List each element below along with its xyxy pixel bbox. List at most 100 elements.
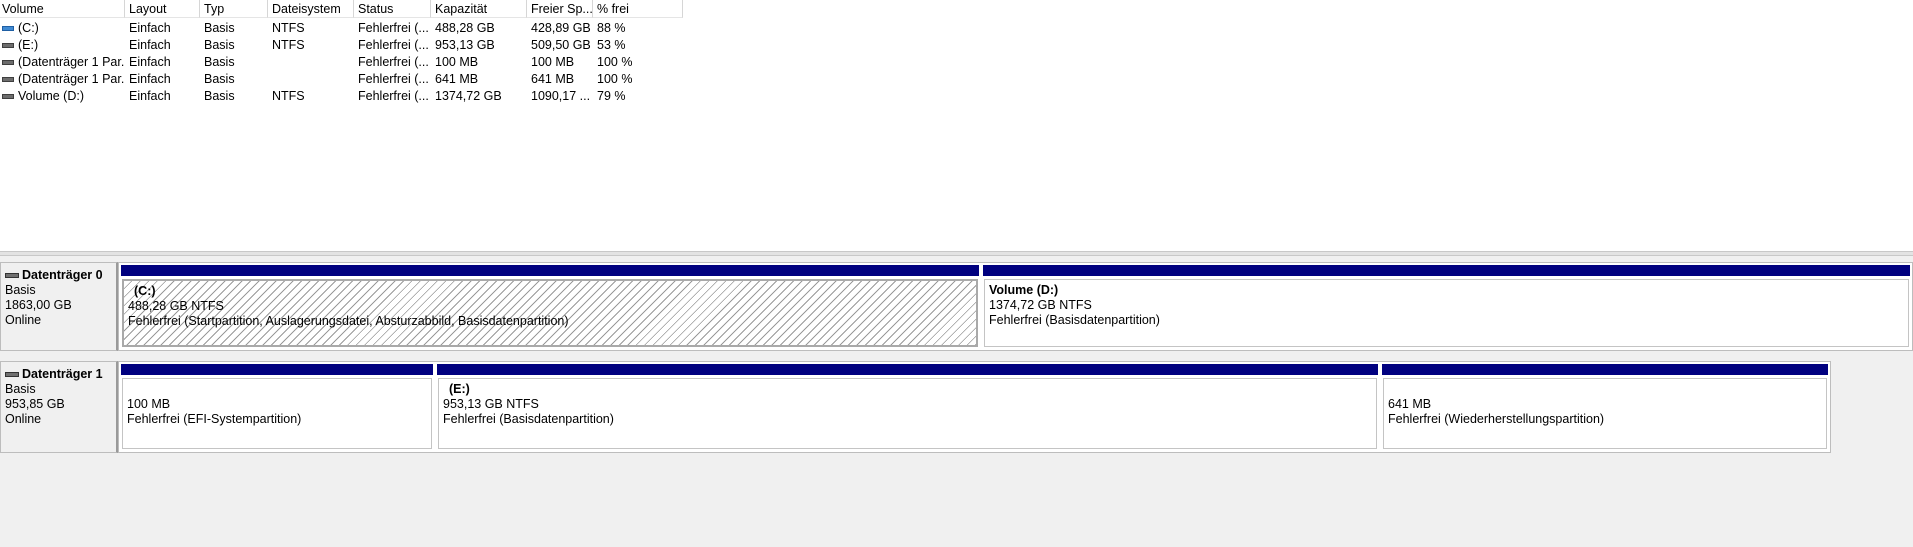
capacity-cell: 1374,72 GB xyxy=(435,89,502,103)
free-cell: 100 MB xyxy=(531,55,575,69)
drive-icon xyxy=(2,43,14,49)
pct-free-cell: 79 % xyxy=(597,89,626,103)
partition-title: (E:) xyxy=(449,382,470,396)
volume-cell: Volume (D:) xyxy=(0,88,125,105)
free-cell: 1090,17 ... xyxy=(531,89,591,103)
disk-size: 1863,00 GB xyxy=(5,298,72,312)
typ-cell: Basis xyxy=(204,21,235,35)
disk-1-label[interactable]: Datenträger 1 Basis 953,85 GB Online xyxy=(0,361,118,453)
layout-cell: Einfach xyxy=(129,21,171,35)
pct-free-cell: 100 % xyxy=(597,72,633,86)
capacity-cell: 100 MB xyxy=(435,55,479,69)
table-row[interactable]: (E:) Einfach Basis NTFS Fehlerfrei (... … xyxy=(0,37,700,54)
table-row[interactable]: (Datenträger 1 Par... Einfach Basis Fehl… xyxy=(0,71,700,88)
partition-body: (E:) 953,13 GB NTFS Fehlerfrei (Basisdat… xyxy=(438,378,1377,449)
partition-title: (C:) xyxy=(134,284,156,298)
drive-icon xyxy=(2,60,14,66)
disk-name: Datenträger 1 xyxy=(22,367,103,381)
partition-title-row: (C:) xyxy=(128,284,976,299)
volume-name: (Datenträger 1 Par... xyxy=(18,55,125,69)
disk-icon xyxy=(5,273,19,279)
capacity-cell: 488,28 GB xyxy=(435,21,495,35)
drive-icon xyxy=(2,77,14,83)
column-header-prozent-frei[interactable]: % frei xyxy=(593,0,683,18)
column-header-typ[interactable]: Typ xyxy=(200,0,268,18)
disk-type: Basis xyxy=(5,382,36,396)
status-cell: Fehlerfrei (... xyxy=(358,89,429,103)
status-cell: Fehlerfrei (... xyxy=(358,38,429,52)
partition-status: Fehlerfrei (Startpartition, Auslagerungs… xyxy=(128,314,569,328)
partition-body: 641 MB Fehlerfrei (Wiederherstellungspar… xyxy=(1383,378,1827,449)
capacity-cell: 953,13 GB xyxy=(435,38,495,52)
partition-status: Fehlerfrei (Basisdatenpartition) xyxy=(443,412,614,426)
partition-efi[interactable]: 100 MB Fehlerfrei (EFI-Systempartition) xyxy=(119,362,435,452)
partition-recovery[interactable]: 641 MB Fehlerfrei (Wiederherstellungspar… xyxy=(1380,362,1830,452)
layout-cell: Einfach xyxy=(129,55,171,69)
disk-type: Basis xyxy=(5,283,36,297)
typ-cell: Basis xyxy=(204,38,235,52)
disk-name: Datenträger 0 xyxy=(22,268,103,282)
status-cell: Fehlerfrei (... xyxy=(358,72,429,86)
partition-size: 100 MB xyxy=(127,397,171,411)
partition-header-bar xyxy=(437,364,1378,375)
drive-icon xyxy=(2,94,14,100)
partition-title: Volume (D:) xyxy=(989,283,1059,297)
partition-title-row: Volume (D:) xyxy=(989,283,1908,298)
pct-free-cell: 88 % xyxy=(597,21,626,35)
free-cell: 509,50 GB xyxy=(531,38,591,52)
partition-header-bar xyxy=(121,265,979,276)
disk-state: Online xyxy=(5,313,42,327)
volume-name: (E:) xyxy=(18,38,39,52)
typ-cell: Basis xyxy=(204,55,235,69)
column-header-layout[interactable]: Layout xyxy=(125,0,200,18)
free-cell: 641 MB xyxy=(531,72,575,86)
volume-name: (Datenträger 1 Par... xyxy=(18,72,125,86)
volume-name: Volume (D:) xyxy=(18,89,84,103)
layout-cell: Einfach xyxy=(129,38,171,52)
disk-1-partitions: 100 MB Fehlerfrei (EFI-Systempartition) … xyxy=(118,361,1831,453)
partition-header-bar xyxy=(121,364,433,375)
layout-cell: Einfach xyxy=(129,72,171,86)
partition-status: Fehlerfrei (EFI-Systempartition) xyxy=(127,412,302,426)
partition-body: 100 MB Fehlerfrei (EFI-Systempartition) xyxy=(122,378,432,449)
fs-cell: NTFS xyxy=(272,21,305,35)
pct-free-cell: 100 % xyxy=(597,55,633,69)
partition-c[interactable]: (C:) 488,28 GB NTFS Fehlerfrei (Startpar… xyxy=(119,263,981,350)
typ-cell: Basis xyxy=(204,72,235,86)
partition-size: 488,28 GB NTFS xyxy=(128,299,224,313)
volume-list[interactable]: Volume Layout Typ Dateisystem Status Kap… xyxy=(0,0,1913,252)
column-header-status[interactable]: Status xyxy=(354,0,431,18)
volume-cell: (C:) xyxy=(0,20,125,37)
system-drive-icon xyxy=(2,26,14,32)
table-row[interactable]: (C:) Einfach Basis NTFS Fehlerfrei (... … xyxy=(0,20,700,37)
pct-free-cell: 53 % xyxy=(597,38,626,52)
capacity-cell: 641 MB xyxy=(435,72,479,86)
fs-cell xyxy=(268,71,354,88)
fs-cell: NTFS xyxy=(272,38,305,52)
volume-list-header: Volume Layout Typ Dateisystem Status Kap… xyxy=(0,0,1913,19)
partition-body: Volume (D:) 1374,72 GB NTFS Fehlerfrei (… xyxy=(984,279,1909,347)
pane-splitter[interactable] xyxy=(0,251,1913,256)
status-cell: Fehlerfrei (... xyxy=(358,55,429,69)
status-cell: Fehlerfrei (... xyxy=(358,21,429,35)
table-row[interactable]: Volume (D:) Einfach Basis NTFS Fehlerfre… xyxy=(0,88,700,105)
partition-status: Fehlerfrei (Basisdatenpartition) xyxy=(989,313,1160,327)
partition-size: 641 MB xyxy=(1388,397,1432,411)
column-header-dateisystem[interactable]: Dateisystem xyxy=(268,0,354,18)
column-header-freier-speicher[interactable]: Freier Sp... xyxy=(527,0,593,18)
partition-body: (C:) 488,28 GB NTFS Fehlerfrei (Startpar… xyxy=(122,279,978,347)
disk-state: Online xyxy=(5,412,42,426)
partition-d[interactable]: Volume (D:) 1374,72 GB NTFS Fehlerfrei (… xyxy=(981,263,1912,350)
partition-size: 1374,72 GB NTFS xyxy=(989,298,1092,312)
disk-0-label[interactable]: Datenträger 0 Basis 1863,00 GB Online xyxy=(0,262,118,351)
typ-cell: Basis xyxy=(204,89,235,103)
volume-name: (C:) xyxy=(18,21,39,35)
disk-size: 953,85 GB xyxy=(5,397,65,411)
partition-header-bar xyxy=(983,265,1910,276)
column-header-volume[interactable]: Volume xyxy=(0,0,125,18)
partition-e[interactable]: (E:) 953,13 GB NTFS Fehlerfrei (Basisdat… xyxy=(435,362,1380,452)
partition-size: 953,13 GB NTFS xyxy=(443,397,539,411)
free-cell: 428,89 GB xyxy=(531,21,591,35)
column-header-kapazitaet[interactable]: Kapazität xyxy=(431,0,527,18)
table-row[interactable]: (Datenträger 1 Par... Einfach Basis Fehl… xyxy=(0,54,700,71)
